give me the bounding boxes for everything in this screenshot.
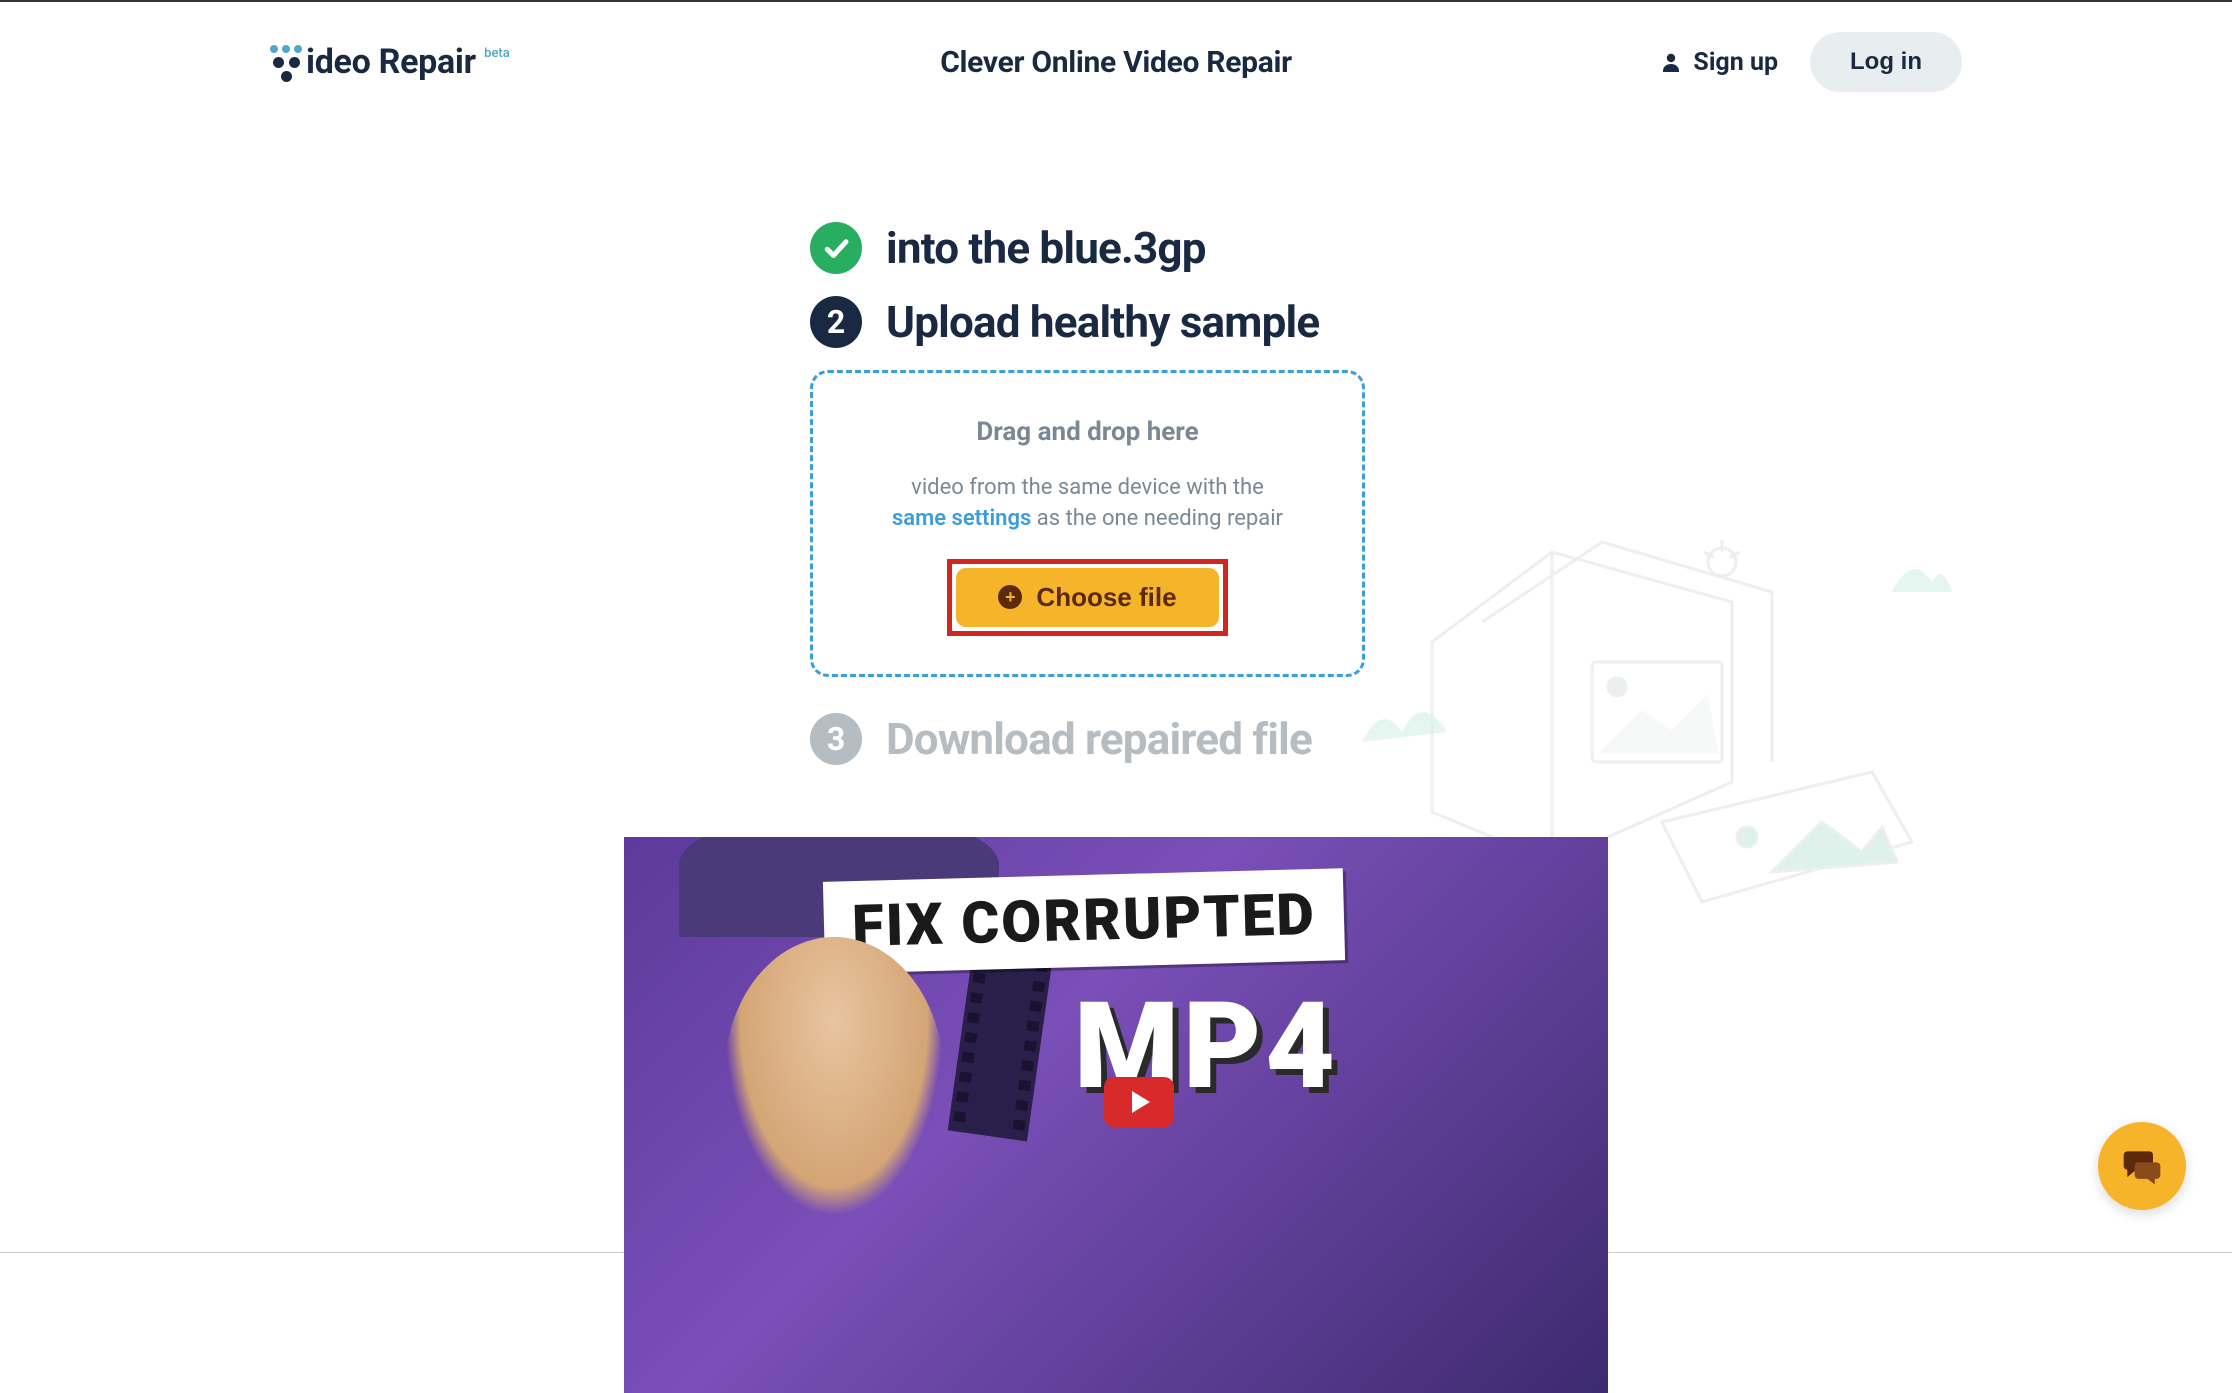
check-icon	[810, 222, 862, 274]
signup-label: Sign up	[1693, 48, 1778, 77]
logo[interactable]: ideo Repair beta	[270, 42, 476, 82]
plus-icon: +	[998, 585, 1022, 609]
login-button[interactable]: Log in	[1810, 32, 1962, 92]
step-1-filename: into the blue.3gp	[886, 222, 1206, 274]
step-2-title: Upload healthy sample	[886, 296, 1319, 348]
step-3-title: Download repaired file	[886, 713, 1312, 765]
dropzone[interactable]: Drag and drop here video from the same d…	[810, 370, 1365, 677]
thumb-person-face	[724, 937, 944, 1217]
thumb-title-line1: FIX CORRUPTED	[851, 881, 1317, 961]
choose-file-highlight: + Choose file	[947, 559, 1227, 636]
choose-file-label: Choose file	[1036, 582, 1176, 613]
header-actions: Sign up Log in	[1659, 32, 1962, 92]
logo-icon	[270, 43, 304, 81]
same-settings-link[interactable]: same settings	[892, 506, 1031, 531]
step-2-badge: 2	[810, 296, 862, 348]
dropzone-sub-line2-rest: as the one needing repair	[1031, 506, 1283, 531]
chat-button[interactable]	[2098, 1122, 2186, 1210]
page-title: Clever Online Video Repair	[940, 45, 1292, 80]
main-content: into the blue.3gp 2 Upload healthy sampl…	[810, 222, 1470, 765]
header: ideo Repair beta Clever Online Video Rep…	[0, 2, 2232, 122]
step-3-badge: 3	[810, 713, 862, 765]
step-1-row: into the blue.3gp	[810, 222, 1470, 274]
step-3-row: 3 Download repaired file	[810, 713, 1470, 765]
signup-link[interactable]: Sign up	[1659, 48, 1778, 77]
step-2-row: 2 Upload healthy sample	[810, 296, 1470, 348]
dropzone-subtitle: video from the same device with the same…	[843, 473, 1332, 535]
video-thumbnail[interactable]: FIX CORRUPTED MP4	[624, 837, 1608, 1393]
dropzone-sub-line1: video from the same device with the	[911, 475, 1264, 500]
play-icon	[1104, 1077, 1174, 1127]
dropzone-title: Drag and drop here	[843, 417, 1332, 447]
logo-text: ideo Repair	[306, 42, 476, 82]
thumb-title-box: FIX CORRUPTED	[823, 868, 1345, 974]
logo-beta-badge: beta	[484, 46, 510, 61]
chat-icon	[2120, 1144, 2164, 1188]
user-icon	[1659, 50, 1683, 74]
choose-file-button[interactable]: + Choose file	[956, 568, 1218, 627]
